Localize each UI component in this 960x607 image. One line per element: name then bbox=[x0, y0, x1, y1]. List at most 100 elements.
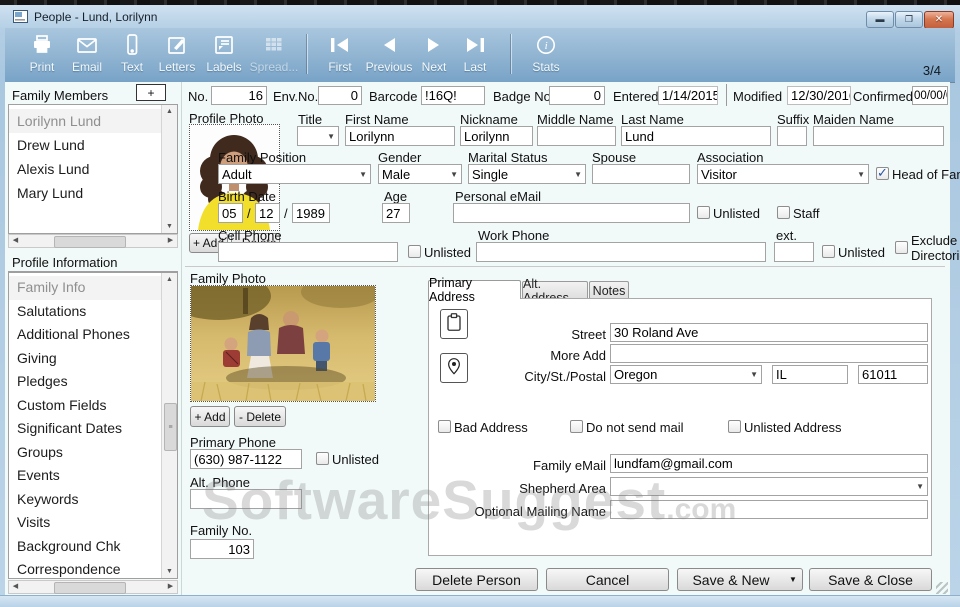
profile-info-item[interactable]: Salutations bbox=[9, 300, 162, 324]
family-members-scrollbar[interactable]: ▲▼ bbox=[161, 105, 177, 233]
close-button[interactable]: ✕ bbox=[924, 11, 954, 29]
scroll-down-icon[interactable]: ▼ bbox=[162, 565, 177, 578]
save-and-close-button[interactable]: Save & Close bbox=[809, 568, 932, 591]
middle-name-field[interactable] bbox=[537, 126, 616, 146]
family-member-item[interactable]: Drew Lund bbox=[9, 133, 162, 157]
tab-alt-address[interactable]: Alt. Address bbox=[522, 281, 588, 299]
add-family-member-button[interactable]: + bbox=[136, 84, 166, 101]
association-dropdown[interactable]: Visitor▼ bbox=[697, 164, 869, 184]
city-dropdown[interactable]: Oregon▼ bbox=[610, 365, 762, 384]
scrollbar-thumb[interactable] bbox=[54, 236, 126, 248]
save-and-new-button[interactable]: Save & New bbox=[677, 568, 785, 591]
profile-info-item[interactable]: Background Chk bbox=[9, 535, 162, 559]
labels-button[interactable]: Labels bbox=[203, 31, 245, 79]
last-name-field[interactable]: Lund bbox=[621, 126, 771, 146]
more-add-field[interactable] bbox=[610, 344, 928, 363]
scroll-right-icon[interactable]: ▶ bbox=[164, 581, 177, 593]
family-no-field[interactable]: 103 bbox=[190, 539, 254, 559]
profile-info-item[interactable]: Events bbox=[9, 464, 162, 488]
ext-field[interactable] bbox=[774, 242, 814, 262]
family-photo-delete-button[interactable]: - Delete bbox=[234, 406, 286, 427]
print-button[interactable]: Print bbox=[23, 31, 61, 79]
scroll-left-icon[interactable]: ◀ bbox=[9, 235, 22, 247]
profile-info-item[interactable]: Correspondence bbox=[9, 558, 162, 579]
delete-person-button[interactable]: Delete Person bbox=[415, 568, 538, 591]
next-button[interactable]: Next bbox=[415, 31, 453, 79]
family-position-dropdown[interactable]: Adult▼ bbox=[218, 164, 371, 184]
tab-primary-address[interactable]: Primary Address bbox=[428, 280, 521, 299]
email-button[interactable]: Email bbox=[67, 31, 107, 79]
minimize-button[interactable]: ▬ bbox=[866, 11, 894, 28]
profile-info-item[interactable]: Pledges bbox=[9, 370, 162, 394]
do-not-send-mail-checkbox[interactable] bbox=[570, 420, 583, 433]
family-photo-add-button[interactable]: + Add bbox=[190, 406, 230, 427]
suffix-field[interactable] bbox=[777, 126, 807, 146]
title-dropdown[interactable]: ▼ bbox=[297, 126, 339, 146]
no-field[interactable]: 16 bbox=[211, 86, 267, 105]
profile-info-item[interactable]: Giving bbox=[9, 347, 162, 371]
previous-button[interactable]: Previous bbox=[361, 31, 417, 79]
work-phone-field[interactable] bbox=[476, 242, 766, 262]
first-button[interactable]: First bbox=[319, 31, 361, 79]
birth-year-field[interactable]: 1989 bbox=[292, 203, 330, 223]
primary-phone-field[interactable]: (630) 987-1122 bbox=[190, 449, 302, 469]
primary-phone-unlisted-checkbox[interactable] bbox=[316, 452, 329, 465]
scroll-down-icon[interactable]: ▼ bbox=[162, 220, 177, 233]
spouse-field[interactable] bbox=[592, 164, 690, 184]
profile-info-scrollbar[interactable]: ▲ ≡ ▼ bbox=[161, 273, 177, 578]
personal-email-unlisted-checkbox[interactable] bbox=[697, 206, 710, 219]
birth-day-field[interactable]: 12 bbox=[255, 203, 280, 223]
cell-unlisted-checkbox[interactable] bbox=[408, 245, 421, 258]
first-name-field[interactable]: Lorilynn bbox=[345, 126, 455, 146]
tab-notes[interactable]: Notes bbox=[589, 281, 629, 299]
cancel-button[interactable]: Cancel bbox=[546, 568, 669, 591]
exclude-directories-checkbox[interactable] bbox=[895, 241, 908, 254]
confirmed-field[interactable]: 00/00/00 bbox=[912, 86, 948, 105]
text-button[interactable]: Text bbox=[117, 31, 147, 79]
scroll-up-icon[interactable]: ▲ bbox=[162, 273, 177, 286]
cell-phone-field[interactable] bbox=[218, 242, 398, 262]
family-member-item[interactable]: Lorilynn Lund bbox=[9, 109, 162, 133]
head-of-family-checkbox[interactable] bbox=[876, 167, 889, 180]
scrollbar-thumb[interactable]: ≡ bbox=[164, 403, 177, 451]
shepherd-area-dropdown[interactable]: ▼ bbox=[610, 477, 928, 496]
maiden-name-field[interactable] bbox=[813, 126, 944, 146]
alt-phone-field[interactable] bbox=[190, 489, 302, 509]
postal-field[interactable]: 61011 bbox=[858, 365, 928, 384]
family-member-item[interactable]: Alexis Lund bbox=[9, 157, 162, 181]
marital-status-dropdown[interactable]: Single▼ bbox=[468, 164, 586, 184]
stats-button[interactable]: i Stats bbox=[525, 31, 567, 79]
profile-info-hscrollbar[interactable]: ◀▶ bbox=[8, 580, 178, 594]
env-no-field[interactable]: 0 bbox=[318, 86, 362, 105]
gender-dropdown[interactable]: Male▼ bbox=[378, 164, 462, 184]
resize-grip[interactable] bbox=[936, 582, 948, 594]
personal-email-field[interactable] bbox=[453, 203, 690, 223]
birth-month-field[interactable]: 05 bbox=[218, 203, 243, 223]
family-members-hscrollbar[interactable]: ◀▶ bbox=[8, 234, 178, 248]
profile-info-item[interactable]: Groups bbox=[9, 441, 162, 465]
title-bar[interactable]: People - Lund, Lorilynn bbox=[5, 5, 955, 28]
save-and-new-dropdown[interactable]: ▼ bbox=[784, 568, 803, 591]
nickname-field[interactable]: Lorilynn bbox=[460, 126, 533, 146]
profile-info-item[interactable]: Keywords bbox=[9, 488, 162, 512]
barcode-field[interactable]: !16Q! bbox=[421, 86, 485, 105]
scrollbar-thumb[interactable] bbox=[54, 582, 126, 594]
badge-no-field[interactable]: 0 bbox=[549, 86, 605, 105]
staff-checkbox[interactable] bbox=[777, 206, 790, 219]
state-field[interactable]: IL bbox=[772, 365, 848, 384]
profile-info-item[interactable]: Family Info bbox=[9, 276, 162, 300]
scroll-up-icon[interactable]: ▲ bbox=[162, 105, 177, 118]
family-photo[interactable] bbox=[190, 285, 376, 402]
family-member-item[interactable]: Mary Lund bbox=[9, 181, 162, 205]
optional-mailing-name-field[interactable] bbox=[610, 500, 928, 519]
family-email-field[interactable]: lundfam@gmail.com bbox=[610, 454, 928, 473]
profile-info-item[interactable]: Custom Fields bbox=[9, 394, 162, 418]
last-button[interactable]: Last bbox=[455, 31, 495, 79]
scroll-left-icon[interactable]: ◀ bbox=[9, 581, 22, 593]
maximize-button[interactable]: ❐ bbox=[895, 11, 923, 28]
unlisted-address-checkbox[interactable] bbox=[728, 420, 741, 433]
profile-info-item[interactable]: Additional Phones bbox=[9, 323, 162, 347]
work-unlisted-checkbox[interactable] bbox=[822, 245, 835, 258]
profile-info-item[interactable]: Visits bbox=[9, 511, 162, 535]
bad-address-checkbox[interactable] bbox=[438, 420, 451, 433]
